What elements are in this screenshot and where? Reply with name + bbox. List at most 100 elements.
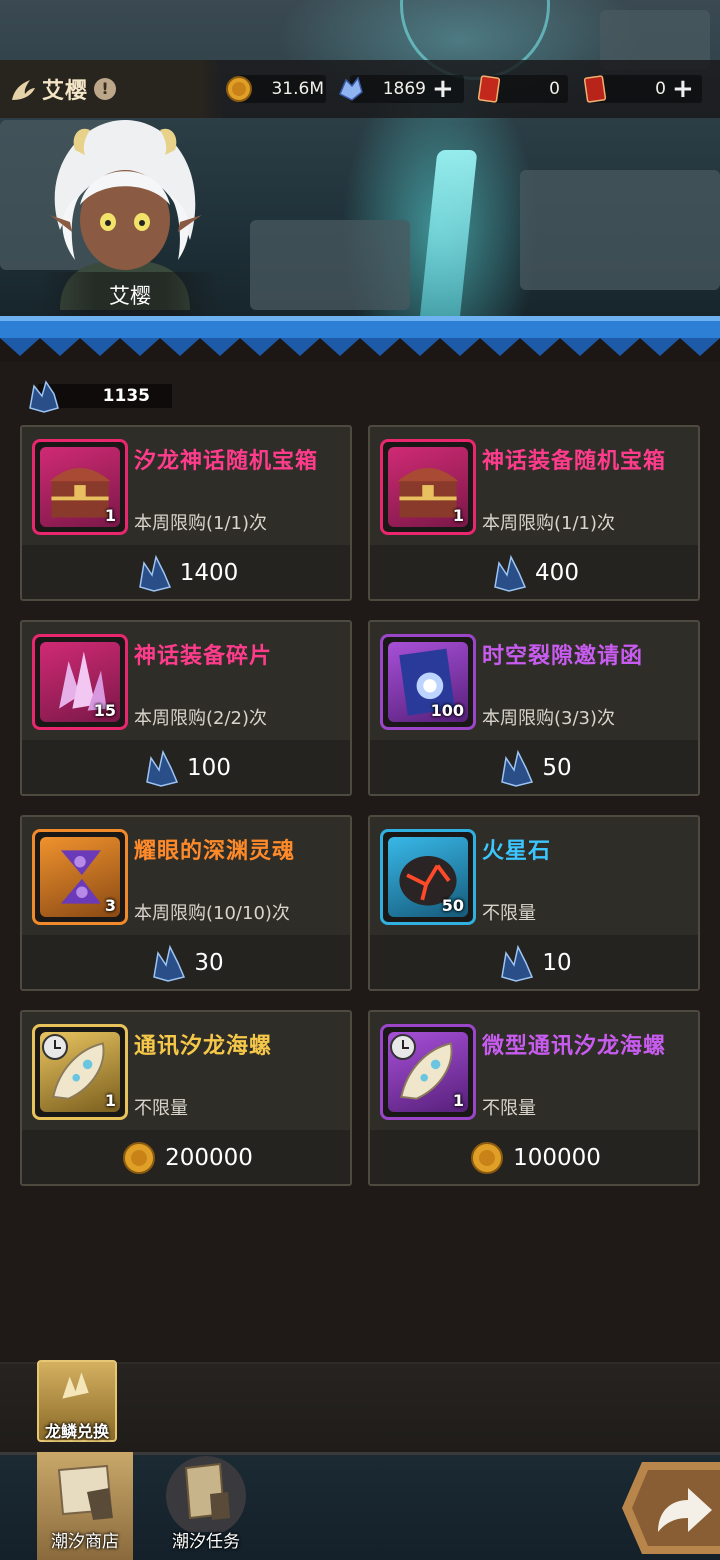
dragon-claw-icon (12, 80, 35, 100)
shop-item-card[interactable]: 1 汐龙神话随机宝箱本周限购(1/1)次 1400 (20, 425, 352, 601)
item-price: 100000 (513, 1145, 601, 1171)
item-price: 10 (542, 950, 572, 976)
item-name: 火星石 (482, 839, 552, 864)
exchange-label: 龙鳞兑换 (44, 1422, 109, 1441)
item-name: 通讯汐龙海螺 (134, 1034, 273, 1059)
item-quantity: 3 (104, 896, 116, 915)
shop-item-card[interactable]: 50 火星石不限量 10 (368, 815, 700, 991)
item-slot[interactable]: 100 (380, 634, 476, 730)
price-button[interactable]: 100000 (370, 1130, 698, 1184)
currency-red-ticket: 0 + (580, 73, 702, 105)
gold-coin-icon (471, 1142, 504, 1174)
dragon-scale-icon (138, 554, 171, 592)
item-slot[interactable]: 15 (32, 634, 128, 730)
item-purchase-limit: 本周限购(10/10)次 (134, 903, 290, 924)
shop-item-card[interactable]: 3 耀眼的深渊灵魂本周限购(10/10)次 30 (20, 815, 352, 991)
clock-icon (390, 1034, 416, 1060)
price-button[interactable]: 10 (370, 935, 698, 989)
crystal-value: 1869 (382, 79, 426, 99)
item-name: 神话装备碎片 (134, 644, 273, 669)
item-name: 汐龙神话随机宝箱 (134, 449, 319, 474)
rock (250, 220, 410, 310)
item-purchase-limit: 本周限购(2/2)次 (134, 708, 268, 729)
tab-tide-shop[interactable]: 潮汐商店 (37, 1452, 133, 1560)
item-purchase-limit: 不限量 (134, 1098, 188, 1119)
item-purchase-limit: 不限量 (482, 903, 536, 924)
item-slot[interactable]: 1 (380, 1024, 476, 1120)
item-name: 耀眼的深渊灵魂 (134, 839, 296, 864)
task-scroll-icon (166, 1456, 246, 1536)
add-ticket-button[interactable]: + (672, 75, 694, 103)
item-name: 神话装备随机宝箱 (482, 449, 667, 474)
add-crystal-button[interactable]: + (432, 75, 454, 103)
item-quantity: 50 (441, 896, 464, 915)
dragon-scale-icon (146, 749, 179, 787)
shop-item-card[interactable]: 1 神话装备随机宝箱本周限购(1/1)次 400 (368, 425, 700, 601)
item-purchase-limit: 本周限购(3/3)次 (482, 708, 616, 729)
price-button[interactable]: 30 (22, 935, 350, 989)
shop-item-card[interactable]: 100 时空裂隙邀请函本周限购(3/3)次 50 (368, 620, 700, 796)
shop-item-card[interactable]: 1 通讯汐龙海螺不限量 200000 (20, 1010, 352, 1186)
tab-tide-tasks[interactable]: 潮汐任务 (158, 1452, 254, 1560)
item-price: 400 (535, 560, 579, 586)
item-price: 200000 (165, 1145, 253, 1171)
tab-label: 潮汐商店 (51, 1532, 119, 1552)
gold-coin-icon (226, 76, 252, 102)
character-name: 艾樱 (109, 284, 151, 308)
red-card-icon (477, 75, 501, 103)
balance-value: 1135 (102, 386, 150, 406)
crystal-icon (339, 76, 363, 101)
gold-value: 31.6M (271, 79, 324, 99)
item-quantity: 1 (452, 506, 464, 525)
price-button[interactable]: 50 (370, 740, 698, 794)
item-quantity: 15 (93, 701, 116, 720)
price-button[interactable]: 400 (370, 545, 698, 599)
red-card-value: 0 (549, 79, 560, 99)
dragon-scale-exchange-icon (62, 1372, 89, 1399)
price-button[interactable]: 200000 (22, 1130, 350, 1184)
dragon-scale-balance: 1135 (24, 378, 172, 414)
item-quantity: 1 (452, 1091, 464, 1110)
dragon-scale-icon (494, 554, 527, 592)
currency-red-card: 0 (474, 73, 568, 105)
item-quantity: 1 (104, 506, 116, 525)
currency-gold: 31.6M (224, 73, 326, 105)
item-name: 微型通讯汐龙海螺 (482, 1034, 667, 1059)
item-slot[interactable]: 1 (32, 439, 128, 535)
gold-coin-icon (123, 1142, 156, 1174)
clock-icon (42, 1034, 68, 1060)
item-quantity: 1 (104, 1091, 116, 1110)
rock (520, 170, 720, 290)
shop-item-card[interactable]: 1 微型通讯汐龙海螺不限量 100000 (368, 1010, 700, 1186)
dragon-scale-icon (501, 944, 534, 982)
dragon-scale-icon (29, 380, 59, 413)
shop-item-card[interactable]: 15 神话装备碎片本周限购(2/2)次 100 (20, 620, 352, 796)
item-price: 30 (194, 950, 224, 976)
item-purchase-limit: 本周限购(1/1)次 (482, 513, 616, 534)
item-price: 50 (542, 755, 572, 781)
exclamation-icon[interactable]: ! (94, 78, 117, 100)
tab-label: 潮汐任务 (172, 1532, 240, 1552)
item-price: 1400 (179, 560, 239, 586)
dragon-scale-icon (153, 944, 186, 982)
section-divider (0, 316, 720, 356)
item-name: 时空裂隙邀请函 (482, 644, 644, 669)
item-purchase-limit: 不限量 (482, 1098, 536, 1119)
item-slot[interactable]: 3 (32, 829, 128, 925)
page-title: 艾樱 (42, 79, 89, 104)
item-slot[interactable]: 1 (380, 439, 476, 535)
item-purchase-limit: 本周限购(1/1)次 (134, 513, 268, 534)
waterfall (418, 150, 478, 330)
dragon-scale-icon (501, 749, 534, 787)
price-button[interactable]: 100 (22, 740, 350, 794)
tide-shop-screen: 艾樱 ! 31.6M 1869 + 0 0 + 艾樱 1135 1 汐龙神话随机… (0, 0, 720, 1560)
item-price: 100 (187, 755, 231, 781)
item-quantity: 100 (430, 701, 464, 720)
next-arrow-button[interactable] (622, 1460, 720, 1556)
red-ticket-value: 0 (655, 79, 666, 99)
price-button[interactable]: 1400 (22, 545, 350, 599)
item-slot[interactable]: 50 (380, 829, 476, 925)
red-ticket-icon (583, 75, 607, 103)
shop-scroll-icon (57, 1464, 113, 1520)
item-slot[interactable]: 1 (32, 1024, 128, 1120)
